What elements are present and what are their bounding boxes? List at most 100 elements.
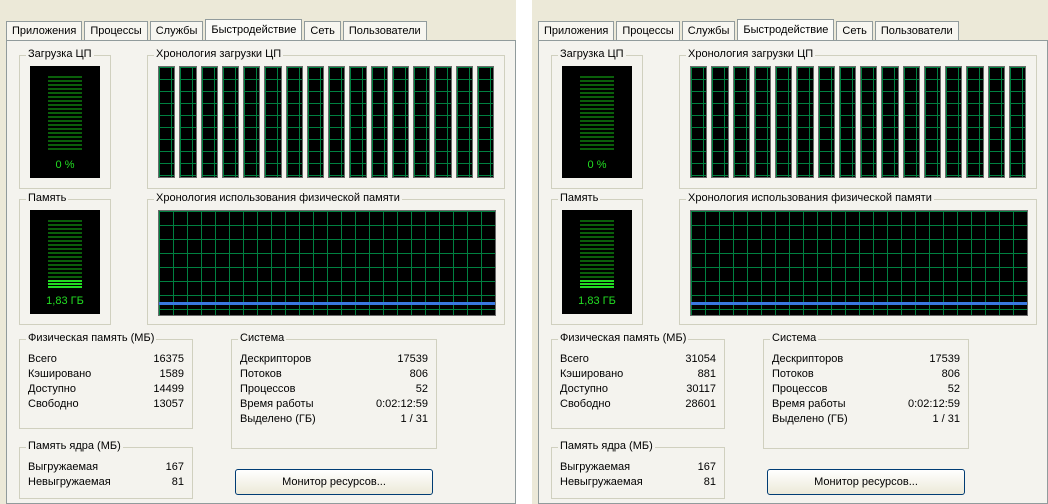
cpu-history-label: Хронология загрузки ЦП	[686, 48, 816, 60]
system-rows: Дескрипторов 17539 Потоков 806 Процессов 52…	[240, 352, 428, 427]
performance-tab-content: Загрузка ЦП 0 % Хронология загрузки ЦП П…	[6, 40, 516, 504]
row-label: Всего	[560, 353, 589, 365]
row-label: Доступно	[560, 383, 609, 395]
memory-history-graph	[690, 210, 1028, 316]
row-value: 1 / 31	[932, 413, 960, 425]
physical-memory-rows: Всего 16375 Кэшировано 1589 Доступно 14499 …	[28, 352, 184, 412]
cpu-core-graph	[264, 66, 282, 178]
cpu-history-graph	[158, 66, 494, 178]
cpu-core-graph	[349, 66, 367, 178]
row-value: 806	[941, 368, 960, 380]
cpu-core-graph	[158, 66, 176, 178]
tab-processes[interactable]: Процессы	[84, 21, 148, 40]
memory-meter: 1,83 ГБ	[30, 210, 100, 314]
row-value: 81	[171, 476, 184, 488]
physical-memory-total-row: Всего 31054	[560, 352, 716, 367]
physical-memory-available-row: Доступно 14499	[28, 382, 184, 397]
cpu-core-graph	[1008, 66, 1026, 178]
row-value: 881	[697, 368, 716, 380]
cpu-core-graph	[455, 66, 473, 178]
tab-processes[interactable]: Процессы	[616, 21, 680, 40]
kernel-nonpaged-row: Невыгружаемая 81	[28, 475, 184, 490]
tab-applications[interactable]: Приложения	[6, 21, 83, 40]
memory-usage-value: 1,83 ГБ	[578, 295, 616, 307]
row-label: Свободно	[28, 398, 79, 410]
tab-applications[interactable]: Приложения	[538, 21, 615, 40]
tab-network[interactable]: Сеть	[836, 21, 873, 40]
cpu-core-graph	[285, 66, 303, 178]
memory-group: Память 1,83 ГБ	[551, 192, 643, 325]
task-manager-panel-left: Приложения Процессы Службы Быстродействи…	[0, 0, 516, 504]
system-processes-row: Процессов 52	[772, 382, 960, 397]
system-threads-row: Потоков 806	[772, 367, 960, 382]
tab-strip: Приложения Процессы Службы Быстродействи…	[6, 18, 429, 41]
row-value: 17539	[397, 353, 428, 365]
cpu-usage-group: Загрузка ЦП 0 %	[551, 48, 643, 189]
system-handles-row: Дескрипторов 17539	[772, 352, 960, 367]
tab-services[interactable]: Службы	[681, 21, 736, 40]
row-label: Дескрипторов	[240, 353, 312, 365]
row-label: Всего	[28, 353, 57, 365]
cpu-core-graph	[817, 66, 835, 178]
row-label: Выгружаемая	[28, 461, 99, 473]
cpu-core-graph	[711, 66, 729, 178]
memory-history-line	[691, 302, 1027, 305]
cpu-core-graph	[476, 66, 494, 178]
cpu-core-graph	[179, 66, 197, 178]
row-value: 28601	[685, 398, 716, 410]
cpu-core-graph	[945, 66, 963, 178]
tab-services[interactable]: Службы	[149, 21, 204, 40]
resource-monitor-button[interactable]: Монитор ресурсов...	[767, 469, 965, 495]
row-value: 806	[409, 368, 428, 380]
kernel-paged-row: Выгружаемая 167	[560, 460, 716, 475]
memory-history-group: Хронология использования физической памя…	[679, 192, 1037, 325]
physical-memory-group: Физическая память (МБ) Всего 31054 Кэширо…	[551, 332, 725, 429]
system-commit-row: Выделено (ГБ) 1 / 31	[772, 412, 960, 427]
row-value: 167	[697, 461, 716, 473]
row-label: Кэшировано	[560, 368, 624, 380]
row-label: Выделено (ГБ)	[772, 413, 848, 425]
memory-group: Память 1,83 ГБ	[19, 192, 111, 325]
row-label: Выгружаемая	[560, 461, 631, 473]
cpu-history-group: Хронология загрузки ЦП	[679, 48, 1037, 189]
cpu-usage-meter: 0 %	[562, 66, 632, 178]
row-label: Кэшировано	[28, 368, 92, 380]
tab-network[interactable]: Сеть	[304, 21, 341, 40]
cpu-usage-group: Загрузка ЦП 0 %	[19, 48, 111, 189]
tab-users[interactable]: Пользователи	[342, 21, 427, 40]
tab-performance[interactable]: Быстродействие	[205, 19, 303, 41]
tab-performance[interactable]: Быстродействие	[737, 19, 835, 41]
row-label: Выделено (ГБ)	[240, 413, 316, 425]
row-label: Процессов	[772, 383, 828, 395]
cpu-core-graph	[860, 66, 878, 178]
memory-meter-bars	[580, 220, 614, 288]
kernel-memory-group: Память ядра (МБ) Выгружаемая 167 Невыгруж…	[19, 440, 193, 499]
task-manager-panel-right: Приложения Процессы Службы Быстродействи…	[532, 0, 1048, 504]
cpu-usage-label: Загрузка ЦП	[26, 48, 94, 60]
memory-history-label: Хронология использования физической памя…	[686, 192, 934, 204]
cpu-usage-meter: 0 %	[30, 66, 100, 178]
row-value: 52	[415, 383, 428, 395]
cpu-core-graph	[796, 66, 814, 178]
row-label: Потоков	[772, 368, 814, 380]
kernel-memory-rows: Выгружаемая 167 Невыгружаемая 81	[28, 460, 184, 490]
physical-memory-label: Физическая память (МБ)	[26, 332, 157, 344]
cpu-history-label: Хронология загрузки ЦП	[154, 48, 284, 60]
cpu-core-graph	[838, 66, 856, 178]
row-value: 13057	[153, 398, 184, 410]
tab-users[interactable]: Пользователи	[874, 21, 959, 40]
cpu-core-graph	[243, 66, 261, 178]
system-processes-row: Процессов 52	[240, 382, 428, 397]
physical-memory-free-row: Свободно 13057	[28, 397, 184, 412]
memory-history-line	[159, 302, 495, 305]
resource-monitor-button[interactable]: Монитор ресурсов...	[235, 469, 433, 495]
cpu-core-graph	[413, 66, 431, 178]
row-label: Свободно	[560, 398, 611, 410]
memory-history-group: Хронология использования физической памя…	[147, 192, 505, 325]
row-label: Потоков	[240, 368, 282, 380]
cpu-core-graph	[923, 66, 941, 178]
kernel-memory-label: Память ядра (МБ)	[558, 440, 655, 452]
system-group: Система Дескрипторов 17539 Потоков 806 Про…	[231, 332, 437, 449]
row-value: 167	[165, 461, 184, 473]
kernel-paged-row: Выгружаемая 167	[28, 460, 184, 475]
